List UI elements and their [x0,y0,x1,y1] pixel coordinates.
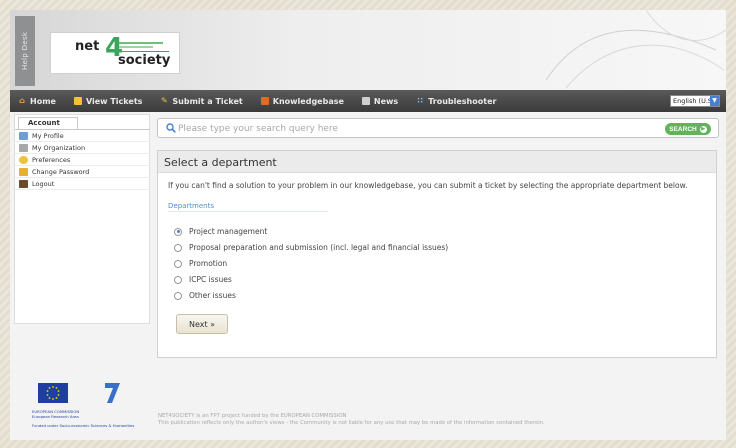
sidebar-item-label: My Profile [32,131,64,140]
department-option-promotion[interactable]: Promotion [174,259,227,268]
sidebar-item-label: Logout [32,179,55,188]
department-panel: Select a department If you can't find a … [157,150,717,358]
department-label: Project management [189,227,268,236]
search-input[interactable] [178,122,618,135]
radio-button-selected[interactable] [174,227,182,236]
organization-icon [19,143,28,152]
radio-button[interactable] [174,243,182,252]
department-label: Proposal preparation and submission (inc… [189,243,449,252]
nav-label: Submit a Ticket [172,96,243,106]
decorative-swirl [545,10,726,89]
department-option-project-management[interactable]: Project management [174,227,267,236]
eu-funding-text: Funded under Socio-economic Sciences & H… [32,423,135,428]
search-icon [166,123,176,133]
department-label: ICPC issues [189,275,232,284]
panel-title: Select a department [164,156,277,169]
page: Help Desk net 4 society ⌂ Home View Tick… [10,10,726,440]
department-label: Promotion [189,259,228,268]
pencil-icon: ✎ [161,96,168,105]
search-bar: SEARCH ▶ [157,118,719,138]
department-option-proposal[interactable]: Proposal preparation and submission (inc… [174,243,448,252]
account-menu: My Profile My Organization Preferences C… [15,129,150,190]
next-button[interactable]: Next » [176,314,228,334]
header: Help Desk net 4 society [10,10,726,90]
sidebar-item-my-profile[interactable]: My Profile [15,130,150,142]
search-button[interactable]: SEARCH ▶ [665,123,711,135]
nav-news[interactable]: News [361,96,399,106]
eu-flag-icon [38,383,68,403]
search-button-label: SEARCH [669,125,697,133]
footer-logos: EUROPEAN COMMISSION European Research Ar… [32,383,142,435]
nav-label: Home [30,96,56,106]
account-sidebar: Account My Profile My Organization Prefe… [14,114,150,324]
profile-icon [19,131,28,140]
departments-divider [168,211,328,212]
lock-icon [19,167,28,176]
helpdesk-tab[interactable]: Help Desk [15,16,35,86]
sidebar-item-label: Preferences [32,155,71,164]
footer-disclaimer: NET4SOCIETY is an FP7 project funded by … [158,413,545,427]
nav-troubleshooter[interactable]: ∷ Troubleshooter [416,97,496,106]
troubleshooter-icon: ∷ [417,96,423,105]
home-icon: ⌂ [19,96,25,105]
department-option-other[interactable]: Other issues [174,291,236,300]
main-nav: ⌂ Home View Tickets ✎ Submit a Ticket Kn… [10,90,726,112]
radio-button[interactable] [174,259,182,268]
fp7-logo [105,383,120,403]
tickets-icon [73,97,82,105]
logo-tagline-bar [119,42,163,44]
chevron-down-icon[interactable]: ▼ [710,96,719,106]
arrow-right-icon: ▶ [699,125,707,133]
net4society-logo[interactable]: net 4 society [50,32,180,74]
panel-description: If you can't find a solution to your pro… [168,181,688,190]
radio-button[interactable] [174,291,182,300]
nav-home[interactable]: ⌂ Home [18,97,56,106]
sidebar-item-label: My Organization [32,143,86,152]
sidebar-item-logout[interactable]: Logout [15,178,150,190]
nav-label: View Tickets [85,96,143,106]
departments-label: Departments [168,202,215,210]
department-label: Other issues [189,291,236,300]
sidebar-item-change-password[interactable]: Change Password [15,166,150,178]
language-select[interactable]: English (U.S.) ▼ [670,95,720,107]
nav-label: Knowledgebase [272,96,344,106]
nav-submit-ticket[interactable]: ✎ Submit a Ticket [160,96,243,106]
logo-society-text: society [118,53,171,68]
eu-commission-text: EUROPEAN COMMISSION European Research Ar… [32,409,80,419]
logo-tagline-bar [119,46,153,48]
sidebar-item-preferences[interactable]: Preferences [15,154,150,166]
book-icon [260,97,269,105]
nav-view-tickets[interactable]: View Tickets [73,96,143,106]
footer-line-2: This publication reflects only the autho… [158,420,545,426]
account-tab[interactable]: Account [18,117,78,129]
nav-knowledgebase[interactable]: Knowledgebase [260,96,344,106]
footer-line-1: NET4SOCIETY is an FP7 project funded by … [158,413,347,419]
logo-net-text: net [75,39,100,54]
preferences-icon [19,155,28,164]
sidebar-item-label: Change Password [32,167,90,176]
sidebar-item-my-organization[interactable]: My Organization [15,142,150,154]
department-option-icpc[interactable]: ICPC issues [174,275,232,284]
logo-rule [119,51,169,52]
news-icon [361,97,370,105]
radio-button[interactable] [174,275,182,284]
logout-icon [19,179,28,188]
panel-header: Select a department [158,151,716,173]
nav-label: News [373,96,399,106]
nav-label: Troubleshooter [428,96,497,106]
